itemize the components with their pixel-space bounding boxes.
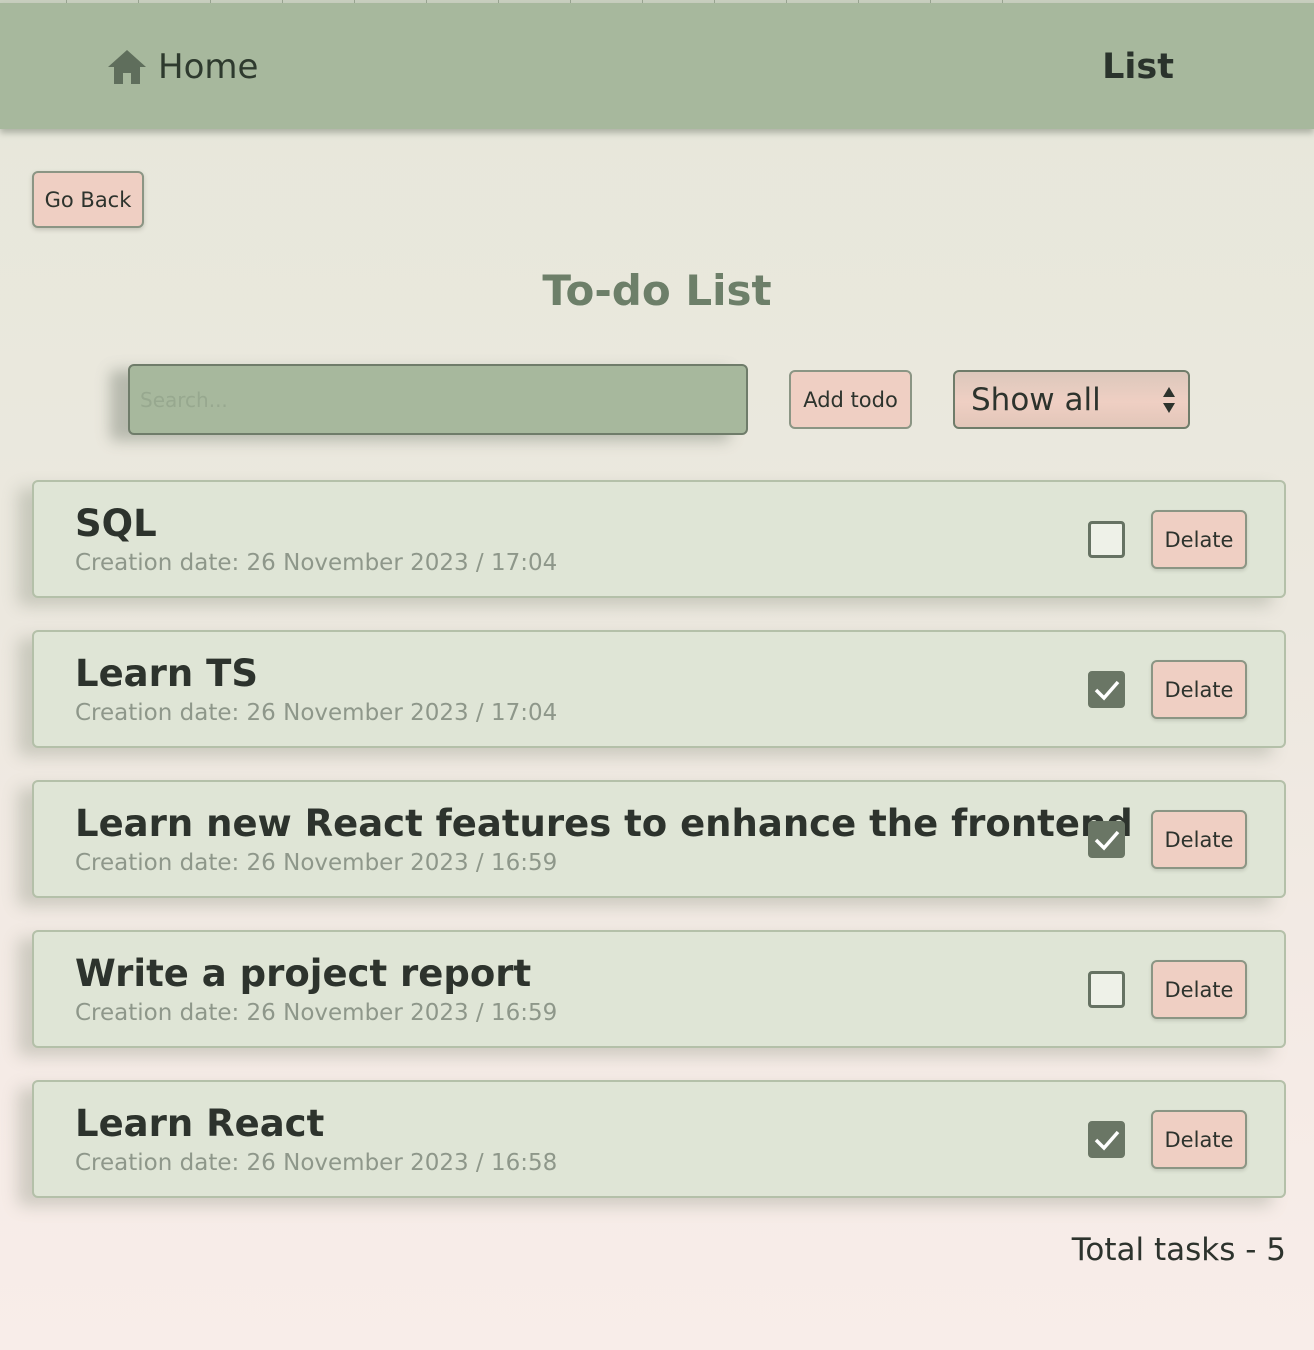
total-tasks-count: Total tasks - 5 — [1071, 1232, 1286, 1268]
filter-selected-value: Show all — [971, 381, 1101, 418]
todo-item: Learn React Creation date: 26 November 2… — [32, 1080, 1286, 1198]
add-todo-button[interactable]: Add todo — [789, 370, 912, 429]
todo-checkbox[interactable] — [1088, 1121, 1125, 1158]
nav-list-link[interactable]: List — [1102, 47, 1174, 87]
search-input[interactable] — [128, 364, 748, 435]
todo-checkbox[interactable] — [1088, 971, 1125, 1008]
todo-title: Learn React — [75, 1102, 325, 1145]
nav-home-link[interactable]: Home — [106, 47, 258, 87]
go-back-button[interactable]: Go Back — [32, 171, 144, 228]
check-icon — [1094, 830, 1120, 851]
delete-button[interactable]: Delate — [1151, 960, 1247, 1019]
delete-button[interactable]: Delate — [1151, 1110, 1247, 1169]
todo-item: Write a project report Creation date: 26… — [32, 930, 1286, 1048]
check-icon — [1094, 680, 1120, 701]
todo-item: SQL Creation date: 26 November 2023 / 17… — [32, 480, 1286, 598]
todo-item: Learn new React features to enhance the … — [32, 780, 1286, 898]
todo-title: Learn new React features to enhance the … — [75, 802, 1133, 845]
todo-date: Creation date: 26 November 2023 / 16:59 — [75, 1000, 558, 1026]
todo-title: Write a project report — [75, 952, 532, 995]
todo-checkbox[interactable] — [1088, 671, 1125, 708]
todo-date: Creation date: 26 November 2023 / 17:04 — [75, 550, 558, 576]
todo-date: Creation date: 26 November 2023 / 16:58 — [75, 1150, 558, 1176]
delete-button[interactable]: Delate — [1151, 510, 1247, 569]
todo-date: Creation date: 26 November 2023 / 16:59 — [75, 850, 558, 876]
todo-title: SQL — [75, 502, 157, 545]
todo-item: Learn TS Creation date: 26 November 2023… — [32, 630, 1286, 748]
select-arrows-icon — [1163, 387, 1175, 413]
todo-checkbox[interactable] — [1088, 521, 1125, 558]
page-title: To-do List — [542, 266, 772, 315]
delete-button[interactable]: Delate — [1151, 660, 1247, 719]
nav-home-label: Home — [158, 47, 259, 87]
todo-date: Creation date: 26 November 2023 / 17:04 — [75, 700, 558, 726]
home-icon — [108, 50, 146, 84]
todo-list: SQL Creation date: 26 November 2023 / 17… — [32, 480, 1286, 1230]
todo-checkbox[interactable] — [1088, 821, 1125, 858]
navbar: Home List — [0, 3, 1314, 129]
filter-select[interactable]: Show all — [953, 370, 1190, 429]
check-icon — [1094, 1130, 1120, 1151]
delete-button[interactable]: Delate — [1151, 810, 1247, 869]
todo-title: Learn TS — [75, 652, 258, 695]
